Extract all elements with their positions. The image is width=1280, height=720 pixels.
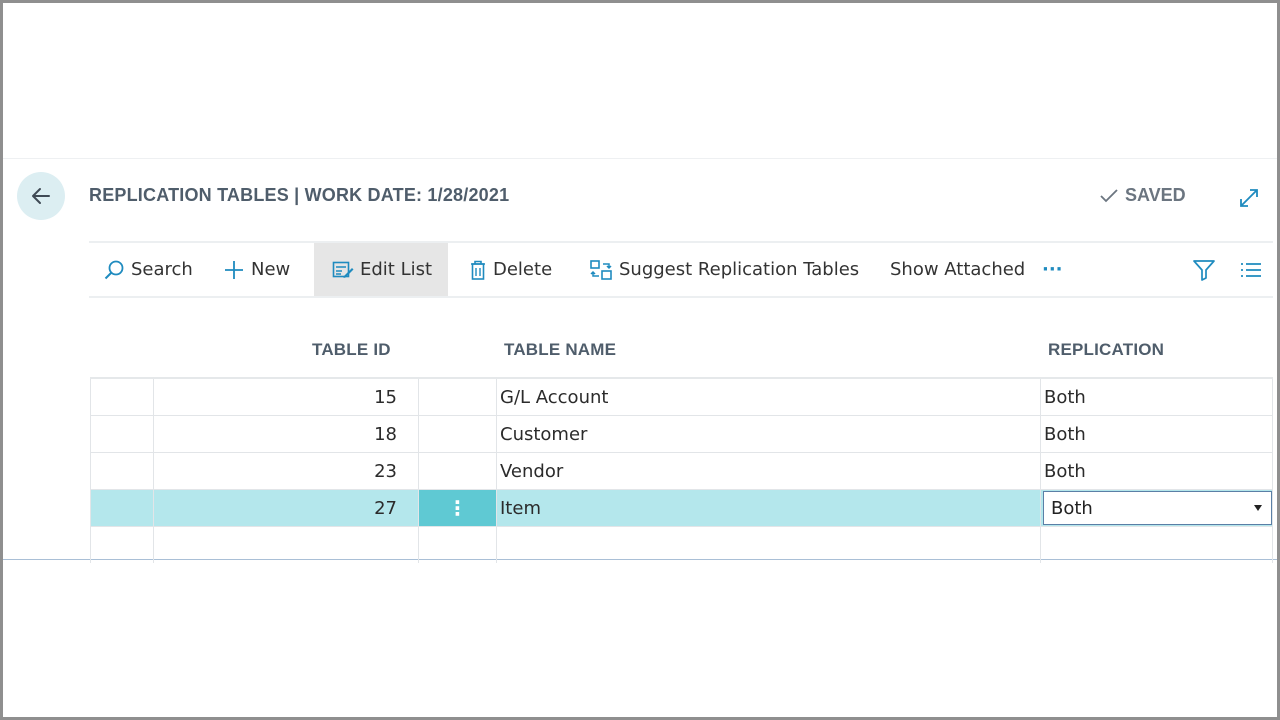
- replication-cell[interactable]: Both: [1041, 379, 1273, 415]
- page-title: REPLICATION TABLES | WORK DATE: 1/28/202…: [89, 185, 510, 205]
- new-label: New: [251, 259, 291, 280]
- row-menu-icon: ⋮: [447, 496, 468, 520]
- table-row[interactable]: 18 Customer Both: [90, 416, 1273, 453]
- row-menu-cell[interactable]: [419, 527, 497, 563]
- delete-label: Delete: [493, 259, 553, 280]
- column-header-replication[interactable]: REPLICATION: [1048, 340, 1164, 360]
- row-menu-button[interactable]: ⋮: [419, 490, 497, 526]
- expand-button[interactable]: [1237, 186, 1261, 210]
- table-id-cell[interactable]: 15: [154, 379, 419, 415]
- replication-tables-page: REPLICATION TABLES | WORK DATE: 1/28/202…: [3, 158, 1277, 563]
- table-name-cell[interactable]: G/L Account: [497, 379, 1041, 415]
- suggest-replication-tables-action[interactable]: Suggest Replication Tables: [589, 243, 859, 296]
- delete-icon: [471, 260, 485, 280]
- plus-icon: [225, 260, 243, 279]
- replication-cell[interactable]: Both: [1041, 453, 1273, 489]
- suggest-label: Suggest Replication Tables: [619, 259, 860, 280]
- row-selector[interactable]: [90, 527, 154, 563]
- table-row-selected[interactable]: 27 ⋮ Item Both: [90, 490, 1273, 527]
- search-action[interactable]: Search: [103, 243, 193, 296]
- table-id-cell[interactable]: 18: [154, 416, 419, 452]
- replication-cell[interactable]: Both: [1041, 416, 1273, 452]
- show-attached-label: Show Attached: [890, 259, 1026, 280]
- filter-icon: [1193, 259, 1215, 281]
- search-icon: [104, 260, 124, 279]
- expand-icon: [1240, 189, 1258, 207]
- more-icon: ···: [1042, 259, 1063, 280]
- column-header-table-id[interactable]: TABLE ID: [312, 340, 391, 360]
- search-label: Search: [131, 259, 193, 280]
- row-selector[interactable]: [90, 379, 154, 415]
- new-action[interactable]: New: [223, 243, 290, 296]
- table-row[interactable]: 23 Vendor Both: [90, 453, 1273, 490]
- replication-tables-grid: 15 G/L Account Both 18 Customer Both 23 …: [90, 377, 1273, 564]
- row-selector[interactable]: [90, 490, 154, 526]
- replication-select[interactable]: Both: [1043, 491, 1272, 525]
- replication-cell[interactable]: [1041, 527, 1273, 563]
- edit-list-action[interactable]: Edit List: [314, 243, 448, 296]
- row-menu-cell[interactable]: [419, 453, 497, 489]
- checkmark-icon: [1100, 188, 1118, 202]
- row-menu-cell[interactable]: [419, 379, 497, 415]
- edit-list-icon: [332, 261, 354, 278]
- show-attached-action[interactable]: Show Attached: [890, 243, 1025, 296]
- column-header-table-name[interactable]: TABLE NAME: [504, 340, 616, 360]
- row-menu-cell[interactable]: [419, 416, 497, 452]
- delete-action[interactable]: Delete: [469, 243, 552, 296]
- dropdown-caret-icon: [1254, 505, 1262, 511]
- list-view-button[interactable]: [1236, 243, 1266, 296]
- row-selector[interactable]: [90, 416, 154, 452]
- table-id-cell[interactable]: 23: [154, 453, 419, 489]
- table-name-cell[interactable]: Vendor: [497, 453, 1041, 489]
- table-name-cell[interactable]: Item: [497, 490, 1041, 526]
- action-bar: Search New Edit List Delete Suggest Repl…: [89, 241, 1273, 298]
- suggest-icon: [590, 259, 612, 280]
- table-row[interactable]: 15 G/L Account Both: [90, 379, 1273, 416]
- table-id-cell[interactable]: 27: [154, 490, 419, 526]
- back-button[interactable]: [17, 172, 65, 220]
- edit-list-label: Edit List: [360, 259, 433, 280]
- table-name-cell[interactable]: Customer: [497, 416, 1041, 452]
- back-arrow-icon: [32, 188, 50, 204]
- filter-button[interactable]: [1189, 243, 1219, 296]
- table-id-cell[interactable]: [154, 527, 419, 563]
- row-selector[interactable]: [90, 453, 154, 489]
- saved-status: SAVED: [1099, 185, 1186, 206]
- table-row-empty[interactable]: [90, 527, 1273, 564]
- saved-label: SAVED: [1125, 185, 1186, 205]
- table-name-cell[interactable]: [497, 527, 1041, 563]
- more-options-button[interactable]: ···: [1042, 243, 1063, 296]
- list-view-icon: [1241, 262, 1261, 277]
- replication-select-value: Both: [1051, 497, 1093, 519]
